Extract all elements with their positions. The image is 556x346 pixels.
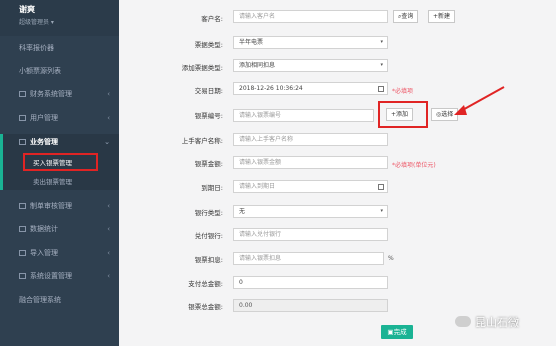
sidebar-item-label: 财务系统管理 [30,90,72,98]
trade-date-input[interactable]: 2018-12-26 10:36:24 [233,82,388,95]
label-bank-type: 银行类型: [194,209,223,217]
ticket-type-select[interactable]: 半年电票 ▾ [233,36,388,49]
sidebar-item-label: 业务管理 [30,138,58,146]
submenu-sell-tickets[interactable]: 卖出银票管理 [33,176,72,186]
user-name: 谢爽 [19,5,35,14]
chevron-left-icon: ‹ [107,202,110,210]
caret-down-icon: ▾ [380,39,383,45]
sidebar-item-small-tickets[interactable]: 小额票源列表 [0,63,119,80]
add-type-select[interactable]: 添加相同扣息 ▾ [233,59,388,72]
sidebar-item-rate-quoter[interactable]: 科率报价器 [0,40,119,57]
label-discount: 银票扣息: [194,256,223,264]
sidebar-item-statistics[interactable]: 数据统计 ‹ [0,221,119,238]
new-button-label: 新建 [438,13,451,20]
highlight-box [23,153,98,171]
sidebar-item-label: 科率报价器 [19,44,54,52]
caret-down-icon: ▾ [380,208,383,214]
caret-down-icon: ▾ [380,62,383,68]
label-due-date: 到期日: [201,184,223,192]
chart-icon [19,226,26,232]
query-button[interactable]: ⌕查询 [393,10,419,23]
ticket-total-input: 0.00 [233,299,388,312]
brand-profile[interactable]: 谢爽 超级管理员 ▾ [0,0,119,36]
required-hint: *必填项(单位元) [392,162,436,169]
sidebar-item-review[interactable]: 制单审核管理 ‹ [0,198,119,215]
gear-icon [19,273,26,279]
percent-unit: % [388,255,394,262]
sidebar-item-label: 小额票源列表 [19,67,61,75]
sidebar-item-finance[interactable]: 财务系统管理 ‹ [0,86,119,103]
pay-total-input[interactable]: 0 [233,276,388,289]
label-ticket-no: 银票编号: [194,112,223,120]
sidebar-item-label: 制单审核管理 [30,202,72,210]
bank-type-select[interactable]: 无 ▾ [233,205,388,218]
due-date-input[interactable]: 请输入到期日 [233,180,388,193]
label-customer: 客户名: [201,15,223,23]
query-button-label: 查询 [401,13,414,20]
sidebar-item-import[interactable]: 导入管理 ‹ [0,245,119,262]
chevron-left-icon: ‹ [107,114,110,122]
watermark: 昆山石微 [455,314,519,330]
highlight-box [378,101,428,128]
sidebar-item-fusion[interactable]: 融合管理系统 [0,292,119,309]
amount-input[interactable]: 请输入银票金额 [233,156,388,169]
chevron-left-icon: ‹ [107,225,110,233]
trade-date-value: 2018-12-26 10:36:24 [239,85,303,92]
check-icon [19,203,26,209]
ticket-type-value: 半年电票 [239,39,264,46]
sidebar-item-users[interactable]: 用户管理 ‹ [0,110,119,127]
ticket-no-input[interactable]: 请输入银票编号 [233,109,374,122]
label-trade-date: 交易日期: [194,87,223,95]
label-pay-total: 支付总金额: [188,280,223,288]
label-amount: 银票金额: [194,160,223,168]
sidebar-item-business[interactable]: 业务管理 ⌄ [0,134,119,151]
briefcase-icon [19,139,26,145]
watermark-text: 昆山石微 [475,316,519,329]
label-add-type: 添加票据类型: [181,64,223,72]
label-ticket-total: 银票总金额: [188,303,223,311]
required-hint: *必填项 [392,88,414,95]
chevron-left-icon: ‹ [107,272,110,280]
label-upper-customer: 上手客户名称: [181,137,223,145]
user-icon [19,115,26,121]
sidebar: 谢爽 超级管理员 ▾ 科率报价器 小额票源列表 财务系统管理 ‹ 用户管理 ‹ 业务… [0,0,119,346]
sidebar-item-label: 融合管理系统 [19,296,61,304]
sidebar-item-label: 系统设置管理 [30,272,72,280]
sidebar-item-label: 导入管理 [30,249,58,257]
customer-input[interactable]: 请输入客户名 [233,10,388,23]
sidebar-item-label: 数据统计 [30,225,58,233]
add-type-value: 添加相同扣息 [239,62,276,69]
upper-customer-input[interactable]: 请输入上手客户名称 [233,133,388,146]
user-role-dropdown[interactable]: 超级管理员 ▾ [19,17,119,26]
new-customer-button[interactable]: +新建 [428,10,456,23]
chevron-left-icon: ‹ [107,90,110,98]
pointer-arrow [454,86,505,115]
sidebar-item-label: 用户管理 [30,114,58,122]
sidebar-item-settings[interactable]: 系统设置管理 ‹ [0,268,119,285]
pay-bank-input[interactable]: 请输入兑付银行 [233,228,388,241]
import-icon [19,250,26,256]
chevron-left-icon: ‹ [107,249,110,257]
label-ticket-type: 票据类型: [194,41,223,49]
label-pay-bank: 兑付银行: [194,232,223,240]
bank-type-value: 无 [239,208,246,215]
discount-input[interactable]: 请输入银票扣息 [233,252,384,265]
complete-button-label: 完成 [393,328,407,336]
folder-icon [19,91,26,97]
calendar-icon [378,86,384,92]
due-date-placeholder: 请输入到期日 [239,183,276,190]
chevron-down-icon: ⌄ [104,138,110,146]
wechat-icon [455,316,471,327]
calendar-icon [378,184,384,190]
complete-button[interactable]: ▣完成 [381,325,413,339]
